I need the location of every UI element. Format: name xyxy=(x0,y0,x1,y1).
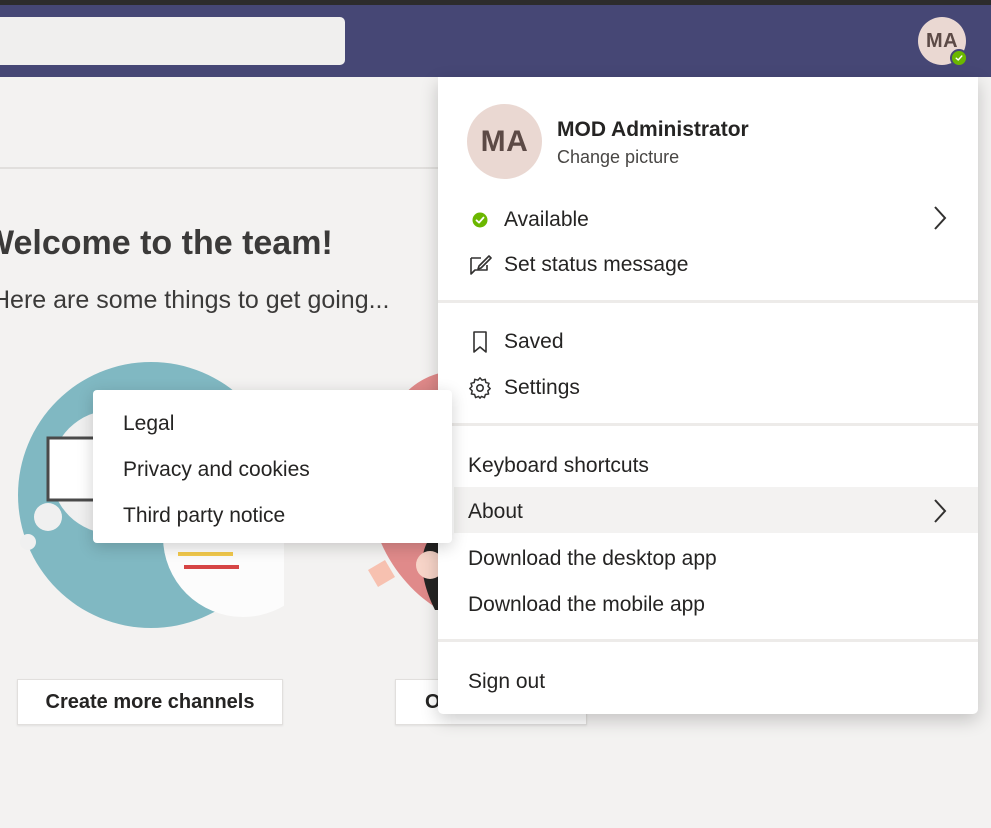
status-chevron-right-icon xyxy=(934,206,947,230)
sign-out-label: Sign out xyxy=(468,670,546,693)
settings-item[interactable]: Settings xyxy=(468,376,580,400)
about-item[interactable]: About xyxy=(468,500,523,524)
privacy-cookies-item[interactable]: Privacy and cookies xyxy=(123,458,310,482)
menu-separator xyxy=(438,423,978,426)
profile-menu: MA MOD Administrator Change picture Avai… xyxy=(438,77,978,714)
saved-label: Saved xyxy=(504,330,564,353)
status-label: Available xyxy=(504,208,589,231)
about-submenu: Legal Privacy and cookies Third party no… xyxy=(93,390,452,543)
download-desktop-label: Download the desktop app xyxy=(468,547,717,570)
profile-menu-avatar[interactable]: MA xyxy=(467,104,542,179)
welcome-subtitle: Here are some things to get going... xyxy=(0,286,390,314)
search-input[interactable] xyxy=(0,17,345,65)
gear-icon xyxy=(468,376,492,400)
header-divider xyxy=(0,167,440,169)
download-mobile-label: Download the mobile app xyxy=(468,593,705,616)
menu-separator xyxy=(438,639,978,642)
status-available-item[interactable]: Available xyxy=(468,208,589,232)
download-desktop-item[interactable]: Download the desktop app xyxy=(468,547,717,571)
keyboard-shortcuts-label: Keyboard shortcuts xyxy=(468,454,649,477)
legal-item[interactable]: Legal xyxy=(123,412,174,436)
bookmark-icon xyxy=(468,330,492,354)
profile-avatar-button[interactable]: MA xyxy=(918,17,968,67)
third-party-notice-item[interactable]: Third party notice xyxy=(123,504,285,528)
saved-item[interactable]: Saved xyxy=(468,330,564,354)
settings-label: Settings xyxy=(504,376,580,399)
status-message-icon xyxy=(468,253,492,277)
welcome-title: Welcome to the team! xyxy=(0,224,333,262)
user-name: MOD Administrator xyxy=(557,118,749,141)
set-status-label: Set status message xyxy=(504,253,689,276)
avatar-initials: MA xyxy=(925,29,959,52)
set-status-message-item[interactable]: Set status message xyxy=(468,253,688,277)
keyboard-shortcuts-item[interactable]: Keyboard shortcuts xyxy=(468,454,649,478)
about-label: About xyxy=(468,500,523,523)
menu-separator xyxy=(438,300,978,303)
about-item-highlight[interactable] xyxy=(454,487,978,533)
about-chevron-right-icon xyxy=(934,499,947,523)
create-channels-button[interactable]: Create more channels xyxy=(17,679,283,725)
presence-available-icon xyxy=(950,49,968,67)
profile-menu-avatar-initials: MA xyxy=(480,124,529,158)
change-picture-link[interactable]: Change picture xyxy=(557,147,679,168)
top-bar: MA xyxy=(0,5,991,77)
create-channels-label: Create more channels xyxy=(45,690,255,713)
available-status-icon xyxy=(468,208,492,232)
sign-out-item[interactable]: Sign out xyxy=(468,670,545,694)
download-mobile-item[interactable]: Download the mobile app xyxy=(468,593,705,617)
